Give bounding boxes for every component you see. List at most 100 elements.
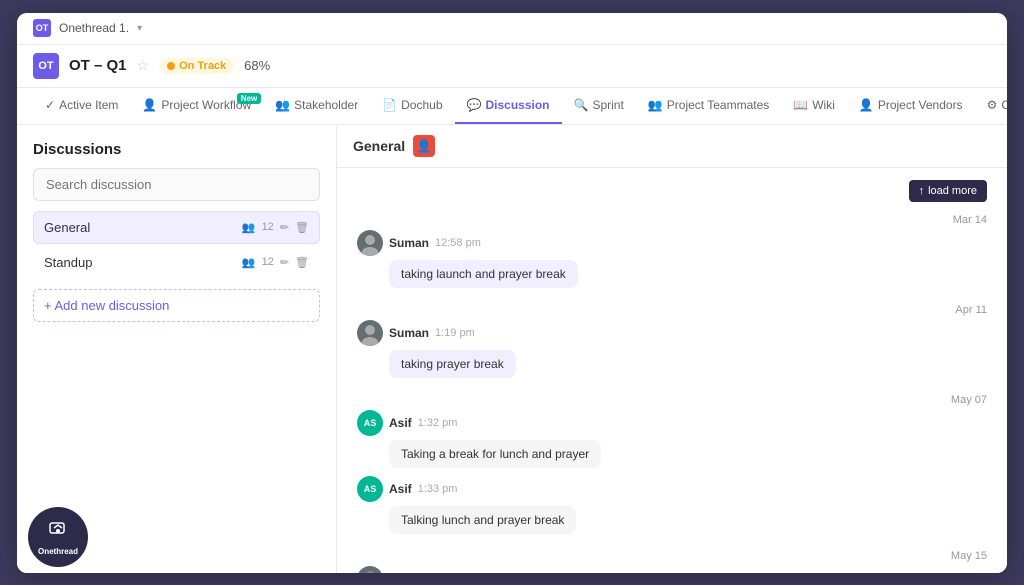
- message-header: Nokibul 2:41 pm: [357, 566, 987, 573]
- message-header: AS Asif 1:32 pm: [357, 410, 987, 436]
- workspace-chevron[interactable]: ▾: [137, 23, 142, 34]
- status-dot: [167, 62, 175, 70]
- sender-name: Asif: [389, 416, 412, 430]
- teammates-icon: 👥: [648, 98, 663, 112]
- discussion-item-general[interactable]: General 👥 12 ✏ 🗑: [33, 211, 320, 244]
- message-group-suman-mar14: Suman 12:58 pm taking launch and prayer …: [357, 230, 987, 288]
- message-bubble: taking launch and prayer break: [389, 260, 578, 288]
- config-icon: ⚙: [987, 98, 998, 112]
- sender-name: Suman: [389, 236, 429, 250]
- tab-wiki[interactable]: 📖 Wiki: [781, 88, 847, 124]
- load-more-icon: ↑: [919, 185, 925, 197]
- dochub-icon: 📄: [382, 98, 397, 112]
- project-icon: OT: [33, 53, 59, 79]
- tab-sprint[interactable]: 🔍 Sprint: [562, 88, 636, 124]
- date-divider-apr11: Apr 11: [357, 296, 987, 320]
- project-workflow-icon: 👤: [142, 98, 157, 112]
- star-icon[interactable]: ☆: [137, 57, 150, 74]
- date-divider-may15: May 15: [357, 542, 987, 566]
- message-header: Suman 12:58 pm: [357, 230, 987, 256]
- workspace-name: Onethread 1.: [59, 21, 129, 35]
- tab-discussion[interactable]: 💬 Discussion: [455, 88, 562, 124]
- add-discussion-button[interactable]: + Add new discussion: [33, 289, 320, 322]
- message-bubble: Talking lunch and prayer break: [389, 506, 576, 534]
- discussion-general-actions: 👥 12 ✏ 🗑: [242, 221, 309, 234]
- delete-icon[interactable]: 🗑: [295, 221, 309, 234]
- tab-dochub-label: Dochub: [401, 98, 442, 112]
- new-badge: New: [237, 93, 261, 104]
- message-bubble: taking prayer break: [389, 350, 516, 378]
- workspace-logo-text: OT: [36, 23, 49, 33]
- tab-configuration[interactable]: ⚙ Configuration: [975, 88, 1007, 124]
- load-more-label: load more: [928, 185, 977, 197]
- sender-name: Nokibul: [389, 572, 433, 573]
- discussion-item-standup[interactable]: Standup 👥 12 ✏ 🗑: [33, 246, 320, 279]
- sidebar-title: Discussions: [33, 141, 320, 158]
- tab-sprint-label: Sprint: [592, 98, 623, 112]
- standup-edit-icon[interactable]: ✏: [280, 256, 289, 269]
- top-bar: OT Onethread 1. ▾: [17, 13, 1007, 45]
- workspace-logo: OT: [33, 19, 51, 37]
- message-time: 1:32 pm: [418, 417, 458, 429]
- tab-active-item-label: Active Item: [59, 98, 118, 112]
- nav-tabs: ✓ Active Item 👤 Project Workflow New 👥 S…: [17, 88, 1007, 125]
- chat-messages: ↑ load more Mar 14 Suman 12:58 pm taking…: [337, 168, 1007, 573]
- tab-configuration-label: Configuration: [1001, 98, 1007, 112]
- avatar-nokibul: [357, 566, 383, 573]
- vendors-icon: 👤: [859, 98, 874, 112]
- discussion-list: General 👥 12 ✏ 🗑 Standup 👥 12 ✏ 🗑: [33, 211, 320, 279]
- sender-name: Asif: [389, 482, 412, 496]
- tab-discussion-label: Discussion: [485, 98, 549, 112]
- message-group-suman-apr11: Suman 1:19 pm taking prayer break: [357, 320, 987, 378]
- standup-delete-icon[interactable]: 🗑: [295, 256, 309, 269]
- status-badge: On Track: [159, 58, 234, 74]
- tab-stakeholder-label: Stakeholder: [294, 98, 358, 112]
- message-header: Suman 1:19 pm: [357, 320, 987, 346]
- status-label: On Track: [179, 60, 226, 72]
- progress-text: 68%: [244, 58, 270, 73]
- logo-text: Onethread: [38, 547, 78, 556]
- load-more-button[interactable]: ↑ load more: [909, 180, 987, 202]
- discussion-icon: 💬: [467, 98, 482, 112]
- date-divider-may07: May 07: [357, 386, 987, 410]
- tab-project-workflow[interactable]: 👤 Project Workflow New: [130, 88, 263, 124]
- discussion-standup-label: Standup: [44, 255, 92, 270]
- logo-icon: [47, 518, 69, 545]
- message-group-nokibul: Nokibul 2:41 pm Taking lunch break: [357, 566, 987, 573]
- tab-project-vendors[interactable]: 👤 Project Vendors: [847, 88, 975, 124]
- standup-member-count: 12: [262, 256, 274, 268]
- discussions-sidebar: Discussions General 👥 12 ✏ 🗑 Standup 👥: [17, 125, 337, 573]
- chat-area: General 👤 ↑ load more Mar 14 Suman: [337, 125, 1007, 573]
- wiki-icon: 📖: [793, 98, 808, 112]
- add-discussion-label: + Add new discussion: [44, 298, 169, 313]
- members-icon: 👥: [242, 221, 256, 234]
- sender-name: Suman: [389, 326, 429, 340]
- avatar-asif: AS: [357, 410, 383, 436]
- member-count: 12: [262, 221, 274, 233]
- main-layout: Discussions General 👥 12 ✏ 🗑 Standup 👥: [17, 125, 1007, 573]
- search-input[interactable]: [33, 168, 320, 201]
- discussion-standup-actions: 👥 12 ✏ 🗑: [242, 256, 309, 269]
- avatar-suman: [357, 230, 383, 256]
- edit-icon[interactable]: ✏: [280, 221, 289, 234]
- message-time: 1:19 pm: [435, 327, 475, 339]
- tab-project-teammates[interactable]: 👥 Project Teammates: [636, 88, 781, 124]
- sprint-icon: 🔍: [574, 98, 589, 112]
- bottom-logo: Onethread: [28, 507, 88, 567]
- tab-stakeholder[interactable]: 👥 Stakeholder: [263, 88, 370, 124]
- tab-dochub[interactable]: 📄 Dochub: [370, 88, 454, 124]
- standup-members-icon: 👥: [242, 256, 256, 269]
- message-group-asif-may07a: AS Asif 1:32 pm Taking a break for lunch…: [357, 410, 987, 468]
- tab-wiki-label: Wiki: [812, 98, 835, 112]
- stakeholder-icon: 👥: [275, 98, 290, 112]
- discussion-general-label: General: [44, 220, 90, 235]
- chat-header: General 👤: [337, 125, 1007, 168]
- message-bubble: Taking a break for lunch and prayer: [389, 440, 601, 468]
- message-group-asif-may07b: AS Asif 1:33 pm Talking lunch and prayer…: [357, 476, 987, 534]
- chat-header-button[interactable]: 👤: [413, 135, 435, 157]
- message-time: 12:58 pm: [435, 237, 481, 249]
- tab-project-teammates-label: Project Teammates: [667, 98, 770, 112]
- tab-active-item[interactable]: ✓ Active Item: [33, 88, 130, 124]
- message-header: AS Asif 1:33 pm: [357, 476, 987, 502]
- date-divider-mar14: Mar 14: [357, 206, 987, 230]
